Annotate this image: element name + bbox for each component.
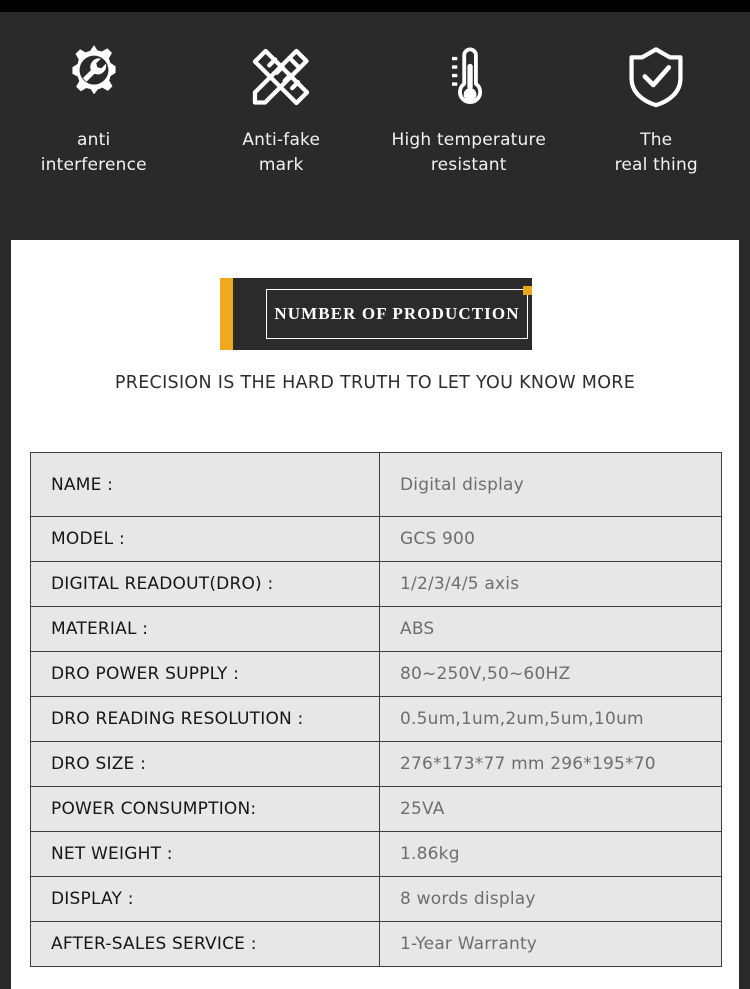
subtitle: PRECISION IS THE HARD TRUTH TO LET YOU K… bbox=[114, 373, 636, 393]
table-row: POWER CONSUMPTION: 25VA bbox=[30, 786, 722, 832]
banner-accent-bar bbox=[220, 278, 233, 350]
table-row: NET WEIGHT : 1.86kg bbox=[30, 831, 722, 877]
feature-label: High temperature resistant bbox=[391, 130, 547, 175]
feature-item-anti-interference: anti interference bbox=[0, 42, 188, 178]
spec-value: 1.86kg bbox=[379, 831, 722, 877]
feature-item-high-temperature: High temperature resistant bbox=[375, 42, 563, 178]
feature-item-anti-fake-mark: Anti-fake mark bbox=[188, 42, 376, 178]
thermometer-icon bbox=[434, 42, 504, 112]
spec-label: NAME : bbox=[30, 452, 380, 517]
spec-value: GCS 900 bbox=[379, 516, 722, 562]
spec-label: MATERIAL : bbox=[30, 606, 380, 652]
spec-label: DISPLAY : bbox=[30, 876, 380, 922]
feature-label: anti interference bbox=[40, 130, 147, 175]
spec-value: 0.5um,1um,2um,5um,10um bbox=[379, 696, 722, 742]
table-row: DRO SIZE : 276*173*77 mm 296*195*70 bbox=[30, 741, 722, 787]
left-dark-rail bbox=[0, 240, 11, 989]
banner-dark-box: NUMBER OF PRODUCTION bbox=[233, 278, 532, 350]
spec-label: MODEL : bbox=[30, 516, 380, 562]
table-row: DRO READING RESOLUTION : 0.5um,1um,2um,5… bbox=[30, 696, 722, 742]
spec-value: 80~250V,50~60HZ bbox=[379, 651, 722, 697]
content-area: NUMBER OF PRODUCTION PRECISION IS THE HA… bbox=[11, 240, 739, 989]
spec-value: ABS bbox=[379, 606, 722, 652]
feature-label: The real thing bbox=[614, 130, 698, 175]
top-black-strip bbox=[0, 0, 750, 12]
pencil-ruler-icon bbox=[246, 42, 316, 112]
banner-corner-square bbox=[523, 286, 532, 295]
table-row: MATERIAL : ABS bbox=[30, 606, 722, 652]
shield-check-icon bbox=[621, 42, 691, 112]
spec-value: 25VA bbox=[379, 786, 722, 832]
banner-inner-frame: NUMBER OF PRODUCTION bbox=[266, 289, 528, 339]
feature-item-real-thing: The real thing bbox=[563, 42, 750, 178]
spec-label: DRO POWER SUPPLY : bbox=[30, 651, 380, 697]
spec-label: DIGITAL READOUT(DRO) : bbox=[30, 561, 380, 607]
spec-label: POWER CONSUMPTION: bbox=[30, 786, 380, 832]
table-row: DRO POWER SUPPLY : 80~250V,50~60HZ bbox=[30, 651, 722, 697]
table-row: NAME : Digital display bbox=[30, 452, 722, 517]
specification-table-body: NAME : Digital display MODEL : GCS 900 D… bbox=[30, 452, 722, 967]
table-row: AFTER-SALES SERVICE : 1-Year Warranty bbox=[30, 921, 722, 967]
spec-value: Digital display bbox=[379, 452, 722, 517]
spec-label: AFTER-SALES SERVICE : bbox=[30, 921, 380, 967]
feature-label: Anti-fake mark bbox=[242, 130, 321, 175]
page-title: NUMBER OF PRODUCTION bbox=[274, 304, 520, 323]
spec-value: 276*173*77 mm 296*195*70 bbox=[379, 741, 722, 787]
spec-label: NET WEIGHT : bbox=[30, 831, 380, 877]
specification-table: NAME : Digital display MODEL : GCS 900 D… bbox=[30, 452, 722, 967]
spec-value: 1-Year Warranty bbox=[379, 921, 722, 967]
table-row: DIGITAL READOUT(DRO) : 1/2/3/4/5 axis bbox=[30, 561, 722, 607]
right-dark-rail bbox=[739, 240, 750, 989]
section-title-banner: NUMBER OF PRODUCTION bbox=[220, 278, 532, 350]
spec-value: 8 words display bbox=[379, 876, 722, 922]
spec-label: DRO SIZE : bbox=[30, 741, 380, 787]
table-row: DISPLAY : 8 words display bbox=[30, 876, 722, 922]
gear-wrench-icon bbox=[59, 42, 129, 112]
feature-row: anti interference Anti-fake mark High te… bbox=[0, 12, 750, 178]
spec-value: 1/2/3/4/5 axis bbox=[379, 561, 722, 607]
table-row: MODEL : GCS 900 bbox=[30, 516, 722, 562]
spec-label: DRO READING RESOLUTION : bbox=[30, 696, 380, 742]
feature-header: anti interference Anti-fake mark High te… bbox=[0, 12, 750, 240]
